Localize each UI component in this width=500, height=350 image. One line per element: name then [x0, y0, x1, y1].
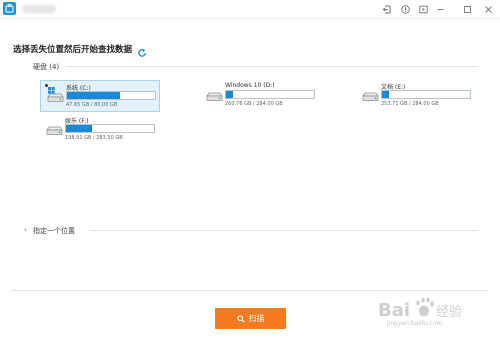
- drive-name: Windows 10 (D:): [225, 82, 275, 89]
- scan-button-label: 扫描: [248, 314, 265, 323]
- blurred-window-title: [22, 5, 56, 13]
- hard-drive-icon: [47, 93, 64, 102]
- svg-text:经验: 经验: [436, 304, 462, 320]
- refresh-icon[interactable]: [137, 43, 147, 57]
- drive-usage-fill: [66, 125, 93, 132]
- specify-location-divider: [90, 230, 478, 231]
- svg-text:Bai: Bai: [378, 300, 410, 321]
- drive-c[interactable]: 系统 (C:) 47.65 GB / 80.00 GB: [40, 80, 160, 112]
- specify-location-label[interactable]: 指定一个位置: [33, 226, 75, 236]
- page-title: 选择丢失位置然后开始查找数据: [13, 45, 133, 55]
- title-bar: [0, 0, 500, 19]
- hard-drive-icon: [46, 126, 63, 135]
- hard-disk-section-label: 硬盘 (4): [33, 63, 60, 71]
- drive-size: 253.71 GB / 284.00 GB: [381, 101, 439, 107]
- drive-e[interactable]: 文档 (E:) 253.71 GB / 284.00 GB: [356, 80, 474, 110]
- scan-button[interactable]: 扫描: [215, 308, 286, 329]
- drive-size: 260.76 GB / 284.00 GB: [225, 101, 283, 107]
- drive-usage-bar: [225, 90, 315, 99]
- chevron-right-icon[interactable]: ›: [24, 226, 27, 234]
- drive-usage-bar: [66, 91, 156, 100]
- hard-drive-icon: [206, 92, 223, 101]
- search-icon: [236, 314, 245, 323]
- windows-logo-icon: [48, 87, 55, 94]
- info-icon[interactable]: [398, 2, 412, 16]
- app-icon: [3, 2, 16, 15]
- hard-disk-divider: [66, 66, 478, 67]
- drive-usage-bar: [65, 124, 155, 133]
- back-icon[interactable]: [380, 2, 394, 16]
- hard-drive-icon: [362, 92, 379, 101]
- drive-d[interactable]: Windows 10 (D:) 260.76 GB / 284.00 GB: [200, 80, 318, 110]
- cast-icon[interactable]: [416, 2, 430, 16]
- maximize-icon[interactable]: [460, 2, 474, 16]
- minimize-icon[interactable]: [433, 2, 447, 16]
- drive-usage-fill: [226, 91, 234, 98]
- drive-size: 47.65 GB / 80.00 GB: [66, 102, 118, 108]
- drive-f[interactable]: 娱乐 (F:) 198.91 GB / 283.50 GB: [40, 114, 158, 144]
- drive-usage-fill: [67, 92, 120, 99]
- drive-usage-fill: [382, 91, 390, 98]
- footer-divider: [12, 290, 488, 291]
- drive-size: 198.91 GB / 283.50 GB: [65, 135, 123, 141]
- drive-usage-bar: [381, 90, 471, 99]
- close-icon[interactable]: [481, 2, 495, 16]
- watermark-url: jingyan.baidu.com: [387, 320, 443, 327]
